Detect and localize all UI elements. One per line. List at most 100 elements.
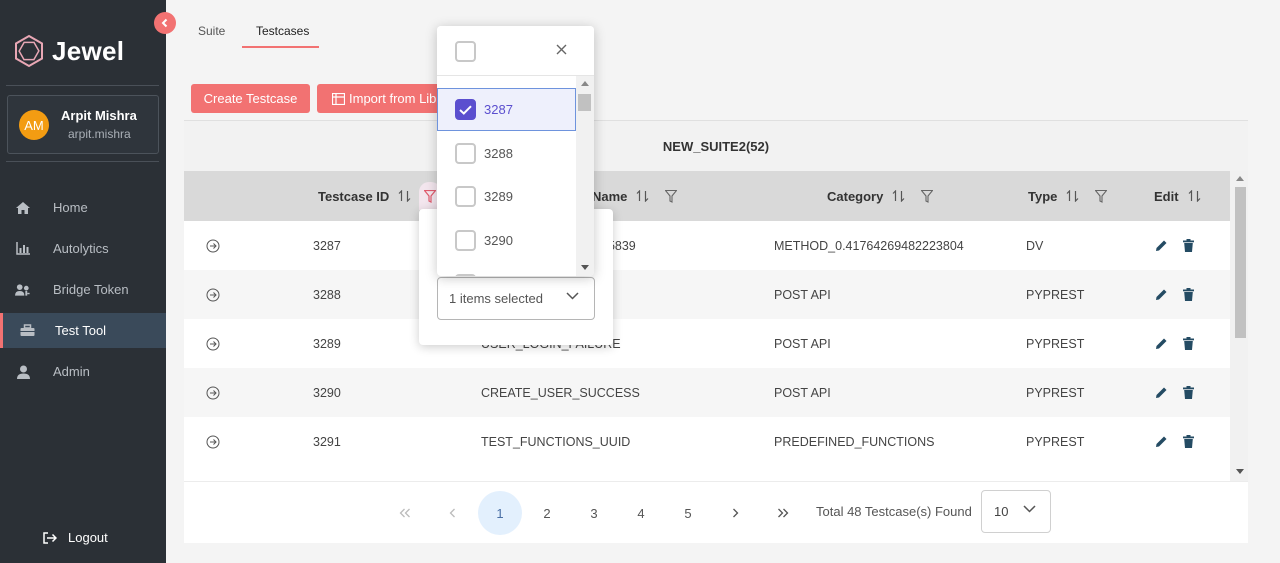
cell-category: POST API <box>774 385 831 400</box>
table-scrollbar[interactable] <box>1230 171 1248 481</box>
nav-item-test-tool[interactable]: Test Tool <box>0 313 166 348</box>
brand[interactable]: Jewel <box>12 34 124 68</box>
chevron-left-icon <box>161 18 168 28</box>
open-arrow-icon[interactable] <box>206 270 220 319</box>
option-label: 3287 <box>484 102 513 117</box>
user-handle: arpit.mishra <box>68 127 131 141</box>
edit-pencil-icon[interactable] <box>1155 221 1168 270</box>
page-button-2[interactable]: 2 <box>525 491 569 535</box>
scroll-down-arrow-icon[interactable] <box>1236 469 1244 474</box>
option-3290[interactable]: 3290 <box>437 219 576 262</box>
option-checkbox[interactable] <box>455 230 476 251</box>
testcase-id-multiselect[interactable]: 1 items selected <box>437 277 595 320</box>
sort-icon[interactable] <box>1188 190 1201 202</box>
nav-item-bridge-token[interactable]: Bridge Token <box>0 272 166 307</box>
scroll-up-arrow-icon[interactable] <box>1236 176 1244 181</box>
table-row[interactable]: 3289 USER_LOGIN_FAILURE POST API PYPREST <box>184 319 1230 368</box>
option-3287[interactable]: 3287 <box>437 88 576 131</box>
table-row[interactable]: 3290 CREATE_USER_SUCCESS POST API PYPRES… <box>184 368 1230 417</box>
option-checkbox[interactable] <box>455 274 476 276</box>
delete-trash-icon[interactable] <box>1183 319 1194 368</box>
user-card[interactable]: AM Arpit Mishra arpit.mishra <box>7 95 159 154</box>
logout-label: Logout <box>68 530 108 545</box>
column-header-testcase-id[interactable]: Testcase ID <box>318 171 411 221</box>
edit-pencil-icon[interactable] <box>1155 368 1168 417</box>
filter-icon[interactable] <box>665 189 678 203</box>
import-from-lib-button[interactable]: Import from Lib <box>317 84 447 113</box>
sort-icon[interactable] <box>398 190 411 202</box>
total-count: Total 48 Testcase(s) Found <box>816 504 972 519</box>
logout-button[interactable]: Logout <box>43 530 108 545</box>
scroll-up-arrow-icon[interactable] <box>581 81 589 86</box>
open-arrow-icon[interactable] <box>206 368 220 417</box>
option-3288[interactable]: 3288 <box>437 132 576 175</box>
option-checkbox[interactable] <box>455 99 476 120</box>
delete-trash-icon[interactable] <box>1183 368 1194 417</box>
delete-trash-icon[interactable] <box>1183 270 1194 319</box>
first-page-button[interactable] <box>383 491 427 535</box>
select-all-checkbox[interactable] <box>455 41 476 62</box>
cell-testcase-id: 3291 <box>313 434 341 449</box>
divider <box>6 161 159 162</box>
open-arrow-icon[interactable] <box>206 319 220 368</box>
multiselect-summary: 1 items selected <box>449 291 543 306</box>
divider <box>6 85 159 86</box>
page-button-5[interactable]: 5 <box>666 491 710 535</box>
table-row[interactable]: 3288 POST API PYPREST <box>184 270 1230 319</box>
import-icon <box>332 92 345 105</box>
close-icon[interactable] <box>556 44 567 55</box>
prev-page-button[interactable] <box>430 491 474 535</box>
rows-per-page-select[interactable]: 10 <box>981 490 1051 533</box>
filter-icon[interactable] <box>1095 189 1108 203</box>
scroll-thumb[interactable] <box>1235 187 1246 338</box>
cell-name: CREATE_USER_SUCCESS <box>481 385 640 400</box>
chevron-down-icon <box>1023 505 1036 513</box>
scroll-thumb[interactable] <box>578 94 591 111</box>
bar-chart-icon <box>15 241 31 257</box>
delete-trash-icon[interactable] <box>1183 417 1194 466</box>
next-page-button[interactable] <box>713 491 757 535</box>
page-button-3[interactable]: 3 <box>572 491 616 535</box>
filter-icon[interactable] <box>921 189 934 203</box>
option-checkbox[interactable] <box>455 186 476 207</box>
table-row[interactable]: 3287 05839 METHOD_0.41764269482223804 DV <box>184 221 1230 270</box>
column-header-edit[interactable]: Edit <box>1154 171 1201 221</box>
edit-pencil-icon[interactable] <box>1155 270 1168 319</box>
edit-pencil-icon[interactable] <box>1155 417 1168 466</box>
cell-testcase-id: 3290 <box>313 385 341 400</box>
tab-testcases[interactable]: Testcases <box>256 24 309 38</box>
nav-item-admin[interactable]: Admin <box>0 354 166 389</box>
tab-suite[interactable]: Suite <box>198 24 225 38</box>
chevron-down-icon <box>566 292 579 300</box>
cell-type: PYPREST <box>1026 336 1085 351</box>
option-3289[interactable]: 3289 <box>437 175 576 218</box>
dropdown-scrollbar[interactable] <box>576 76 594 276</box>
option-partial[interactable] <box>437 263 576 276</box>
column-header-category[interactable]: Category <box>827 171 934 221</box>
collapse-sidebar-button[interactable] <box>154 12 176 34</box>
nav-item-home[interactable]: Home <box>0 190 166 225</box>
last-page-button[interactable] <box>761 491 805 535</box>
scroll-down-arrow-icon[interactable] <box>581 265 589 270</box>
sort-icon[interactable] <box>892 190 905 202</box>
home-icon <box>15 200 31 216</box>
cell-testcase-id: 3289 <box>313 336 341 351</box>
delete-trash-icon[interactable] <box>1183 221 1194 270</box>
open-arrow-icon[interactable] <box>206 417 220 466</box>
option-checkbox[interactable] <box>455 143 476 164</box>
edit-pencil-icon[interactable] <box>1155 319 1168 368</box>
nav-label: Admin <box>53 364 90 379</box>
column-header-type[interactable]: Type <box>1028 171 1108 221</box>
cell-testcase-id: 3287 <box>313 238 341 253</box>
chevron-right-icon <box>732 508 738 518</box>
page-button-4[interactable]: 4 <box>619 491 663 535</box>
sort-icon[interactable] <box>1066 190 1079 202</box>
pagination: 1 2 3 4 5 Total 48 Testcase(s) Found 10 <box>184 481 1248 543</box>
nav-item-autolytics[interactable]: Autolytics <box>0 231 166 266</box>
sort-icon[interactable] <box>636 190 649 202</box>
cell-type: DV <box>1026 238 1044 253</box>
page-button-1[interactable]: 1 <box>478 491 522 535</box>
table-row[interactable]: 3291 TEST_FUNCTIONS_UUID PREDEFINED_FUNC… <box>184 417 1230 466</box>
create-testcase-button[interactable]: Create Testcase <box>191 84 310 113</box>
open-arrow-icon[interactable] <box>206 221 220 270</box>
